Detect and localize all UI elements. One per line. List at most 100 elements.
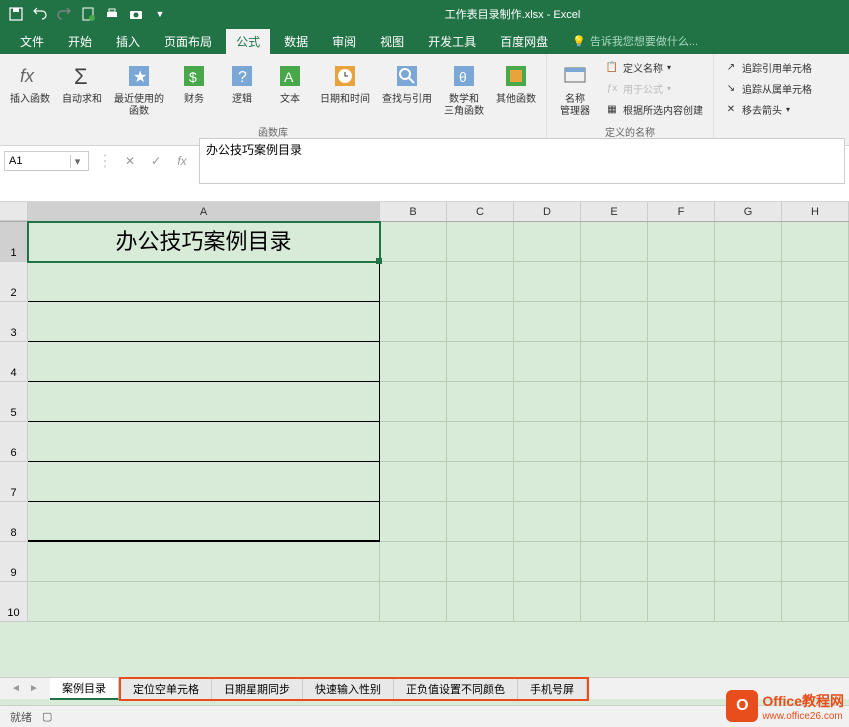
- cell[interactable]: [581, 462, 648, 502]
- cell[interactable]: [581, 262, 648, 302]
- cell[interactable]: [715, 382, 782, 422]
- cell[interactable]: [514, 422, 581, 462]
- text-button[interactable]: A 文本: [268, 58, 312, 108]
- cell[interactable]: [715, 502, 782, 542]
- cell[interactable]: [447, 342, 514, 382]
- select-all-button[interactable]: [0, 202, 28, 221]
- menu-dev[interactable]: 开发工具: [418, 29, 486, 54]
- cell[interactable]: [28, 462, 380, 502]
- row-header-1[interactable]: 1: [0, 222, 28, 262]
- column-header-e[interactable]: E: [581, 202, 648, 221]
- cell[interactable]: [447, 262, 514, 302]
- cell[interactable]: [28, 302, 380, 342]
- cell[interactable]: [782, 382, 849, 422]
- cell[interactable]: [28, 262, 380, 302]
- row-header-9[interactable]: 9: [0, 542, 28, 582]
- tab-item[interactable]: 手机号屏: [518, 679, 587, 699]
- column-header-d[interactable]: D: [514, 202, 581, 221]
- cell[interactable]: [581, 582, 648, 622]
- cell[interactable]: [715, 302, 782, 342]
- cell[interactable]: [782, 222, 849, 262]
- cell[interactable]: [447, 422, 514, 462]
- row-header-5[interactable]: 5: [0, 382, 28, 422]
- menu-formulas[interactable]: 公式: [226, 29, 270, 54]
- name-box[interactable]: A1 ▾: [4, 151, 89, 171]
- recent-button[interactable]: ★ 最近使用的 函数: [110, 58, 168, 120]
- cell[interactable]: [514, 262, 581, 302]
- enter-icon[interactable]: ✓: [147, 154, 165, 168]
- trace-precedents-button[interactable]: ↗追踪引用单元格: [720, 58, 816, 77]
- cell[interactable]: [380, 462, 447, 502]
- cell[interactable]: [782, 542, 849, 582]
- row-header-2[interactable]: 2: [0, 262, 28, 302]
- cell[interactable]: [648, 222, 715, 262]
- name-box-dropdown-icon[interactable]: ▾: [70, 155, 84, 168]
- menu-layout[interactable]: 页面布局: [154, 29, 222, 54]
- menu-view[interactable]: 视图: [370, 29, 414, 54]
- cell[interactable]: [581, 502, 648, 542]
- cell[interactable]: [447, 462, 514, 502]
- cell[interactable]: [782, 422, 849, 462]
- tab-item[interactable]: 快速输入性别: [303, 679, 394, 699]
- cell[interactable]: [581, 542, 648, 582]
- cell[interactable]: [514, 542, 581, 582]
- column-header-g[interactable]: G: [715, 202, 782, 221]
- cell[interactable]: [581, 342, 648, 382]
- cell[interactable]: [447, 222, 514, 262]
- row-header-7[interactable]: 7: [0, 462, 28, 502]
- cell[interactable]: [648, 342, 715, 382]
- tell-me-box[interactable]: 💡 告诉我您想要做什么...: [572, 33, 698, 49]
- cell[interactable]: [715, 262, 782, 302]
- cell[interactable]: [28, 582, 380, 622]
- cell[interactable]: [447, 542, 514, 582]
- cell[interactable]: [28, 422, 380, 462]
- tab-prev-icon[interactable]: ◄: [8, 681, 24, 697]
- menu-review[interactable]: 审阅: [322, 29, 366, 54]
- undo-icon[interactable]: [32, 6, 48, 22]
- cell[interactable]: [715, 422, 782, 462]
- datetime-button[interactable]: 日期和时间: [316, 58, 374, 108]
- cell[interactable]: [782, 462, 849, 502]
- tab-item[interactable]: 日期星期同步: [212, 679, 303, 699]
- cell[interactable]: [380, 382, 447, 422]
- more-functions-button[interactable]: 其他函数: [492, 58, 540, 108]
- lookup-button[interactable]: 查找与引用: [378, 58, 436, 108]
- cell[interactable]: [380, 582, 447, 622]
- menu-baidu[interactable]: 百度网盘: [490, 29, 558, 54]
- create-from-selection-button[interactable]: ▦根据所选内容创建: [601, 100, 707, 119]
- cell[interactable]: [581, 422, 648, 462]
- cell[interactable]: [514, 302, 581, 342]
- record-macro-icon[interactable]: ▢: [42, 710, 52, 723]
- cell[interactable]: [782, 302, 849, 342]
- new-icon[interactable]: [80, 6, 96, 22]
- tab-item[interactable]: 正负值设置不同颜色: [394, 679, 518, 699]
- cell[interactable]: [648, 302, 715, 342]
- cell[interactable]: [715, 222, 782, 262]
- cell[interactable]: [447, 582, 514, 622]
- cell[interactable]: [648, 382, 715, 422]
- cell[interactable]: [782, 582, 849, 622]
- cell[interactable]: [782, 262, 849, 302]
- cell[interactable]: [380, 422, 447, 462]
- tab-item[interactable]: 定位空单元格: [121, 679, 212, 699]
- cell[interactable]: [514, 382, 581, 422]
- cell[interactable]: [28, 342, 380, 382]
- cell[interactable]: [514, 582, 581, 622]
- autosum-button[interactable]: Σ 自动求和: [58, 58, 106, 108]
- cell[interactable]: [782, 502, 849, 542]
- cell[interactable]: [380, 222, 447, 262]
- row-header-10[interactable]: 10: [0, 582, 28, 622]
- row-header-8[interactable]: 8: [0, 502, 28, 542]
- cell-a1[interactable]: 办公技巧案例目录: [28, 222, 380, 262]
- menu-home[interactable]: 开始: [58, 29, 102, 54]
- column-header-c[interactable]: C: [447, 202, 514, 221]
- cell[interactable]: [447, 302, 514, 342]
- cell[interactable]: [380, 502, 447, 542]
- financial-button[interactable]: $ 财务: [172, 58, 216, 108]
- cell[interactable]: [380, 542, 447, 582]
- cell[interactable]: [581, 382, 648, 422]
- cell[interactable]: [380, 262, 447, 302]
- column-header-f[interactable]: F: [648, 202, 715, 221]
- logical-button[interactable]: ? 逻辑: [220, 58, 264, 108]
- cell[interactable]: [581, 222, 648, 262]
